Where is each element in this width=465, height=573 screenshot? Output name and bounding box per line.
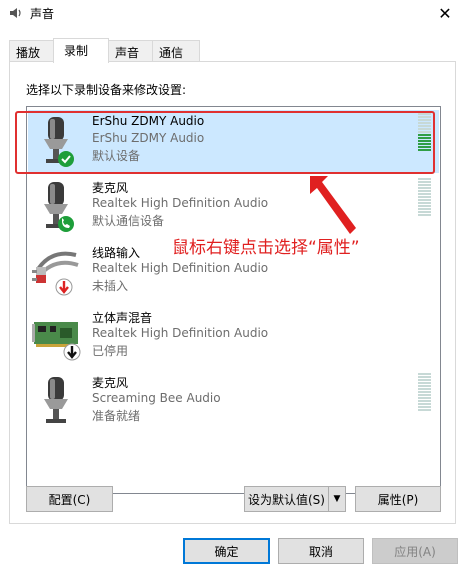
- device-status: 已停用: [92, 344, 129, 358]
- tab-sounds[interactable]: 声音: [108, 40, 153, 62]
- set-default-dropdown[interactable]: ▼: [328, 487, 345, 511]
- device-name: 麦克风: [92, 181, 129, 195]
- device-name: 线路输入: [92, 246, 141, 260]
- properties-button[interactable]: 属性(P): [355, 486, 441, 512]
- device-item-ershu[interactable]: ErShu ZDMY Audio ErShu ZDMY Audio 默认设备: [28, 110, 439, 173]
- sound-card-icon: [32, 322, 81, 361]
- recording-panel: 选择以下录制设备来修改设置: ErShu ZDMY Audio ErShu ZD…: [9, 61, 456, 524]
- device-status: 默认通信设备: [92, 214, 165, 228]
- device-name: 麦克风: [92, 376, 129, 390]
- set-default-button[interactable]: 设为默认值(S) ▼: [244, 486, 346, 512]
- device-item-stereo-mix[interactable]: 立体声混音 Realtek High Definition Audio 已停用: [28, 305, 439, 368]
- device-status: 准备就绪: [92, 409, 141, 423]
- apply-button[interactable]: 应用(A): [372, 538, 458, 564]
- microphone-icon: [44, 117, 74, 167]
- level-meter: [418, 373, 431, 413]
- annotation-text: 鼠标右键点击选择“属性”: [172, 238, 360, 258]
- device-driver: Screaming Bee Audio: [92, 391, 221, 405]
- tab-recording[interactable]: 录制: [53, 38, 109, 63]
- device-status: 默认设备: [92, 149, 141, 163]
- window-title: 声音: [30, 7, 55, 21]
- annotation-arrow-icon: [310, 176, 356, 234]
- device-name: ErShu ZDMY Audio: [92, 114, 205, 128]
- title-bar: 声音 ✕: [0, 0, 465, 26]
- microphone-icon: [44, 182, 74, 232]
- tab-communications[interactable]: 通信: [152, 40, 200, 62]
- cancel-button[interactable]: 取消: [278, 538, 364, 564]
- device-driver: Realtek High Definition Audio: [92, 261, 269, 275]
- speaker-icon: [10, 8, 21, 18]
- device-name: 立体声混音: [92, 311, 153, 325]
- device-driver: Realtek High Definition Audio: [92, 326, 269, 340]
- device-item-mic-realtek[interactable]: 麦克风 Realtek High Definition Audio 默认通信设备: [28, 175, 439, 238]
- check-badge: [58, 151, 74, 167]
- ok-button[interactable]: 确定: [183, 538, 270, 564]
- device-list[interactable]: ErShu ZDMY Audio ErShu ZDMY Audio 默认设备 麦…: [26, 106, 441, 494]
- configure-button[interactable]: 配置(C): [26, 486, 113, 512]
- instruction-text: 选择以下录制设备来修改设置:: [26, 83, 187, 97]
- chevron-down-icon: ▼: [333, 494, 341, 504]
- device-status: 未插入: [92, 279, 129, 293]
- close-icon: ✕: [438, 3, 452, 23]
- device-item-mic-screaming-bee[interactable]: 麦克风 Screaming Bee Audio 准备就绪: [28, 370, 439, 433]
- device-driver: Realtek High Definition Audio: [92, 196, 269, 210]
- tab-playback[interactable]: 播放: [9, 40, 54, 62]
- phone-badge: [58, 216, 74, 232]
- device-driver: ErShu ZDMY Audio: [92, 131, 205, 145]
- level-meter: [418, 178, 431, 218]
- microphone-icon: [44, 377, 68, 423]
- close-button[interactable]: ✕: [425, 0, 465, 26]
- line-in-jack-icon: [32, 251, 79, 296]
- level-meter: [418, 113, 431, 153]
